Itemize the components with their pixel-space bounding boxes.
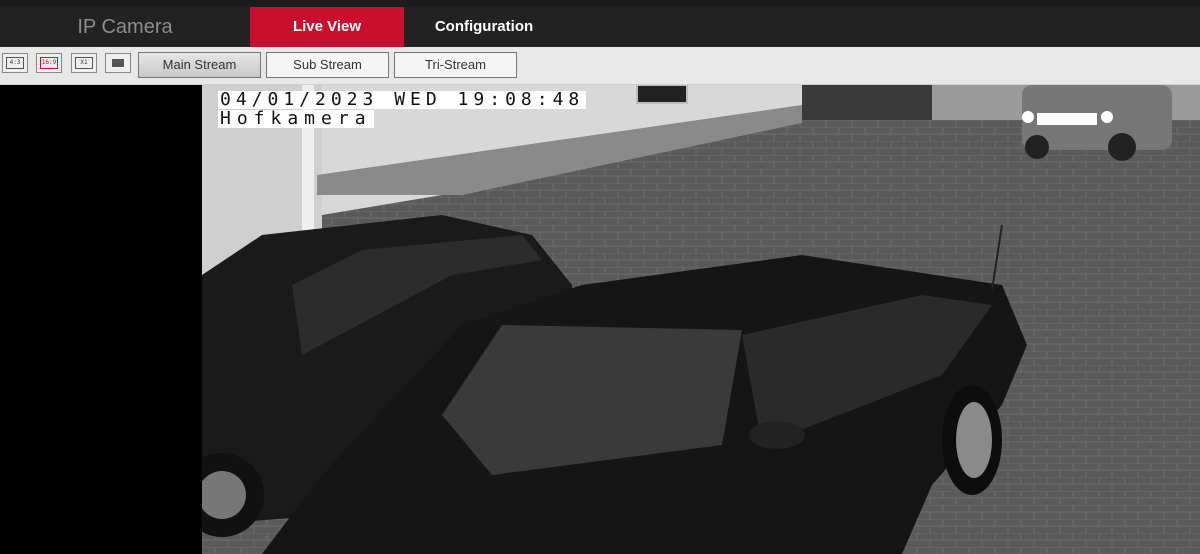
fullscreen-button[interactable] bbox=[105, 53, 131, 73]
fullscreen-icon bbox=[112, 59, 124, 67]
top-border bbox=[0, 0, 1200, 7]
osd-camera-name: Hofkamera bbox=[218, 108, 374, 129]
app-header: IP Camera Live View Configuration bbox=[0, 7, 1200, 47]
live-view-toolbar: 4:3 16:9 X1 Main Stream Sub Stream Tri-S… bbox=[0, 47, 1200, 85]
tab-live-view[interactable]: Live View bbox=[250, 7, 404, 47]
aspect-16-9-button[interactable]: 16:9 bbox=[36, 53, 62, 73]
live-video-feed[interactable] bbox=[202, 85, 1200, 554]
osd-datetime: 04/01/2023 WED 19:08:48 bbox=[218, 89, 587, 110]
left-panel bbox=[0, 85, 202, 554]
tri-stream-button[interactable]: Tri-Stream bbox=[394, 52, 517, 78]
aspect-4-3-icon: 4:3 bbox=[6, 57, 24, 69]
tab-configuration[interactable]: Configuration bbox=[404, 7, 564, 47]
camera-image bbox=[202, 85, 1200, 554]
brand-title: IP Camera bbox=[77, 16, 173, 38]
original-size-button[interactable]: X1 bbox=[71, 53, 97, 73]
original-size-icon: X1 bbox=[75, 57, 93, 69]
aspect-4-3-button[interactable]: 4:3 bbox=[2, 53, 28, 73]
sub-stream-button[interactable]: Sub Stream bbox=[266, 52, 389, 78]
aspect-16-9-icon: 16:9 bbox=[40, 57, 58, 69]
main-stream-button[interactable]: Main Stream bbox=[138, 52, 261, 78]
